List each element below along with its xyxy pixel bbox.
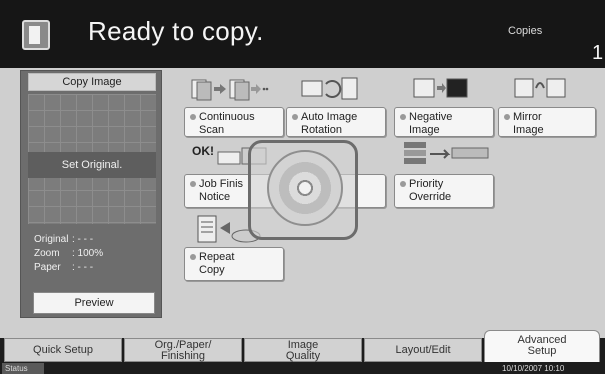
zoom-label: Zoom	[34, 248, 60, 259]
copy-mode-icon	[22, 20, 50, 50]
tab-org-paper-finishing[interactable]: Org./Paper/ Finishing	[124, 338, 242, 362]
status-dot-icon	[504, 114, 510, 120]
set-original-message: Set Original.	[28, 152, 156, 178]
priority-override-icon	[400, 140, 492, 170]
tab-advanced-setup[interactable]: Advanced Setup	[484, 330, 600, 362]
continuous-scan-button[interactable]: Continuous Scan	[184, 107, 284, 137]
original-label: Original	[34, 234, 69, 245]
status-dot-icon	[400, 114, 406, 120]
mirror-image-label: Mirror Image	[513, 111, 544, 136]
negative-image-button[interactable]: Negative Image	[394, 107, 494, 137]
repeat-copy-label: Repeat Copy	[199, 251, 235, 276]
tab-image-quality[interactable]: Image Quality	[244, 338, 362, 362]
repeat-copy-button[interactable]: Repeat Copy	[184, 247, 284, 281]
priority-override-button[interactable]: Priority Override	[394, 174, 494, 208]
auto-rotation-icon	[300, 76, 362, 102]
paper-label: Paper	[34, 262, 61, 273]
tab-layout-edit[interactable]: Layout/Edit	[364, 338, 482, 362]
status-button[interactable]: Status	[2, 363, 44, 374]
status-dot-icon	[190, 181, 196, 187]
original-value: : - - -	[72, 234, 94, 245]
copies-label: Copies	[508, 25, 543, 37]
status-dot-icon	[190, 254, 196, 260]
job-finish-notice-label: Job Finis Notice	[199, 178, 244, 203]
status-message: Ready to copy.	[88, 16, 264, 46]
status-dot-icon	[292, 114, 298, 120]
zoom-value: : 100%	[72, 248, 104, 259]
copies-count: 1	[592, 42, 604, 64]
priority-override-label: Priority Override	[409, 178, 452, 203]
cd-disc-icon	[267, 150, 343, 226]
date-time: 10/10/2007 10:10	[502, 364, 565, 373]
negative-image-label: Negative Image	[409, 111, 453, 136]
status-dot-icon	[190, 114, 196, 120]
auto-image-rotation-button[interactable]: Auto Image Rotation	[286, 107, 386, 137]
copy-image-title: Copy Image	[28, 73, 156, 91]
mirror-image-icon	[512, 76, 568, 100]
negative-image-icon	[412, 76, 468, 100]
paper-value: : - - -	[72, 262, 94, 273]
continuous-scan-icon	[188, 76, 270, 102]
mirror-image-button[interactable]: Mirror Image	[498, 107, 596, 137]
preview-button[interactable]: Preview	[33, 292, 155, 314]
tab-quick-setup[interactable]: Quick Setup	[4, 338, 122, 362]
status-dot-icon	[400, 181, 406, 187]
auto-image-rotation-label: Auto Image Rotation	[301, 111, 358, 136]
continuous-scan-label: Continuous Scan	[199, 111, 255, 136]
